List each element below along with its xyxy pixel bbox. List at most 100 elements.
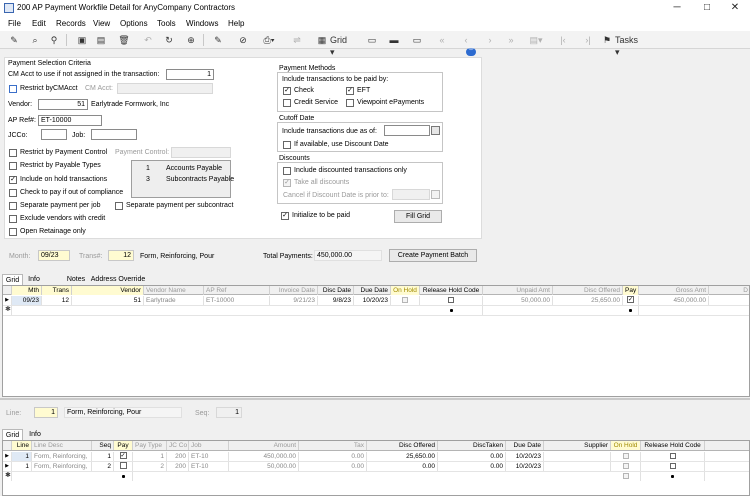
refresh-icon[interactable]: ↻ <box>163 34 175 46</box>
due-as-of-input[interactable] <box>384 125 430 136</box>
col-release-hold-code[interactable]: Release Hold Code <box>420 286 483 295</box>
col-more[interactable]: D <box>709 286 749 295</box>
table-row[interactable]: ▶ 1 Form, Reinforcing, 2 2 200 ET-10 50,… <box>3 462 749 471</box>
tab-grid[interactable]: Grid <box>2 274 23 285</box>
cell-seq[interactable]: 1 <box>92 452 114 461</box>
record-list-icon[interactable]: ▤▾ <box>527 34 545 46</box>
month-input[interactable]: 09/23 <box>38 250 70 261</box>
pay-checkbox[interactable] <box>119 462 127 469</box>
check-pay-compliance-checkbox[interactable] <box>9 189 17 197</box>
cell-supplier[interactable] <box>544 452 611 461</box>
credit-service-checkbox[interactable] <box>283 99 291 107</box>
cm-acct-filter-input[interactable] <box>117 83 213 94</box>
col-vendor[interactable]: Vendor <box>72 286 144 295</box>
seq-input[interactable]: 1 <box>216 407 242 418</box>
restrict-cmacct-checkbox[interactable] <box>9 85 17 93</box>
cell-unpaid-amt[interactable]: 50,000.00 <box>483 296 553 305</box>
cell-vendor[interactable]: 51 <box>72 296 144 305</box>
first-line-icon[interactable]: |‹ <box>557 34 569 46</box>
cell-pay[interactable]: ✓ <box>623 296 639 305</box>
close-button[interactable]: ✕ <box>720 0 750 17</box>
flag-icon[interactable]: ⚑ <box>601 34 613 46</box>
release-hold-checkbox[interactable] <box>669 453 676 459</box>
col-invoice-date[interactable]: Invoice Date <box>270 286 318 295</box>
cell-pay-type[interactable]: 2 <box>133 462 167 471</box>
col-jc-co[interactable]: JC Co <box>167 441 189 450</box>
table-row[interactable]: ▶ 09/23 12 51 Earlytrade ET-10000 9/21/2… <box>3 296 749 305</box>
exclude-vendors-credit-checkbox[interactable] <box>9 215 17 223</box>
cell-disc-date[interactable]: 9/8/23 <box>318 296 354 305</box>
release-hold-checkbox[interactable] <box>669 463 676 469</box>
col-tax[interactable]: Tax <box>299 441 367 450</box>
cm-acct-input[interactable]: 1 <box>166 69 214 80</box>
print-icon[interactable]: ⎙▾ <box>262 34 276 46</box>
cell-on-hold[interactable] <box>611 462 641 471</box>
cell-pay[interactable]: ✓ <box>114 452 133 461</box>
initialize-paid-checkbox[interactable]: ✓ <box>281 212 289 220</box>
cell-line[interactable]: 1 <box>12 462 32 471</box>
use-discount-date-checkbox[interactable] <box>283 141 291 149</box>
pay-checkbox[interactable]: ✓ <box>627 296 634 303</box>
col-line[interactable]: Line <box>12 441 32 450</box>
new-record-icon[interactable]: ▤ <box>95 34 107 46</box>
menu-help[interactable]: Help <box>228 19 244 28</box>
calendar-icon[interactable] <box>431 190 440 199</box>
cell-trans[interactable]: 12 <box>42 296 72 305</box>
col-seq[interactable]: Seq <box>92 441 114 450</box>
include-on-hold-checkbox[interactable]: ✓ <box>9 176 17 184</box>
previous-record-icon[interactable]: ‹ <box>460 34 472 46</box>
minimize-button[interactable]: ─ <box>662 0 692 17</box>
tab-info[interactable]: Info <box>24 274 44 285</box>
undo-icon[interactable]: ↶ <box>142 34 154 46</box>
cell-disc-taken[interactable]: 0.00 <box>438 462 506 471</box>
col-disc-date[interactable]: Disc Date <box>318 286 354 295</box>
on-hold-checkbox[interactable] <box>402 297 408 303</box>
payment-control-input[interactable] <box>171 147 231 158</box>
cell-line[interactable]: 1 <box>12 452 32 461</box>
create-payment-batch-button[interactable]: Create Payment Batch <box>389 249 477 262</box>
cell-amount[interactable]: 50,000.00 <box>229 462 299 471</box>
menu-edit[interactable]: Edit <box>32 19 46 28</box>
cell-tax[interactable]: 0.00 <box>299 462 367 471</box>
on-hold-checkbox[interactable] <box>622 453 629 459</box>
cell-disc-offered[interactable]: 0.00 <box>367 462 438 471</box>
open-retainage-checkbox[interactable] <box>9 228 17 236</box>
line-input[interactable]: 1 <box>34 407 58 418</box>
menu-records[interactable]: Records <box>56 19 86 28</box>
cell-on-hold[interactable] <box>611 452 641 461</box>
layout-1-icon[interactable]: ▭ <box>366 34 378 46</box>
cell-pay[interactable] <box>114 462 133 471</box>
cancel-discount-input[interactable] <box>392 189 430 200</box>
grid-icon[interactable]: ▦ <box>316 34 328 46</box>
cell-on-hold[interactable] <box>391 296 420 305</box>
include-discounted-checkbox[interactable] <box>283 167 291 175</box>
on-hold-checkbox[interactable] <box>622 473 629 479</box>
cell-pay[interactable] <box>114 472 133 481</box>
cell-due-date[interactable]: 10/20/23 <box>354 296 391 305</box>
job-input[interactable] <box>91 129 137 140</box>
next-record-icon[interactable]: › <box>484 34 496 46</box>
check-method-checkbox[interactable]: ✓ <box>283 87 291 95</box>
col-release-hold-code[interactable]: Release Hold Code <box>641 441 705 450</box>
cell-release-hold-code[interactable] <box>641 472 705 481</box>
binoculars-icon[interactable]: ⌕ <box>28 34 42 46</box>
new-row[interactable]: ✱ <box>3 472 749 481</box>
cell-gross-amt[interactable]: 450,000.00 <box>639 296 709 305</box>
table-row[interactable]: ▶ 1 Form, Reinforcing, 1 ✓ 1 200 ET-10 4… <box>3 452 749 461</box>
menu-view[interactable]: View <box>93 19 110 28</box>
cell-release-hold-code[interactable] <box>420 306 483 315</box>
layout-2-icon[interactable]: ▬ <box>388 34 400 46</box>
menu-file[interactable]: File <box>8 19 21 28</box>
tab-notes[interactable]: Notes <box>64 274 88 285</box>
col-amount[interactable]: Amount <box>229 441 299 450</box>
menu-tools[interactable]: Tools <box>157 19 176 28</box>
take-all-discounts-checkbox[interactable]: ✓ <box>283 179 291 187</box>
fill-grid-button[interactable]: Fill Grid <box>394 210 442 223</box>
cell-tax[interactable]: 0.00 <box>299 452 367 461</box>
trans-input[interactable]: 12 <box>108 250 134 261</box>
cell-ap-ref[interactable]: ET-10000 <box>204 296 270 305</box>
edit-icon[interactable]: ✎ <box>8 34 20 46</box>
notes-icon[interactable]: ✎ <box>212 34 224 46</box>
col-disc-offered[interactable]: Disc Offered <box>367 441 438 450</box>
cell-line-desc[interactable]: Form, Reinforcing, <box>32 452 92 461</box>
